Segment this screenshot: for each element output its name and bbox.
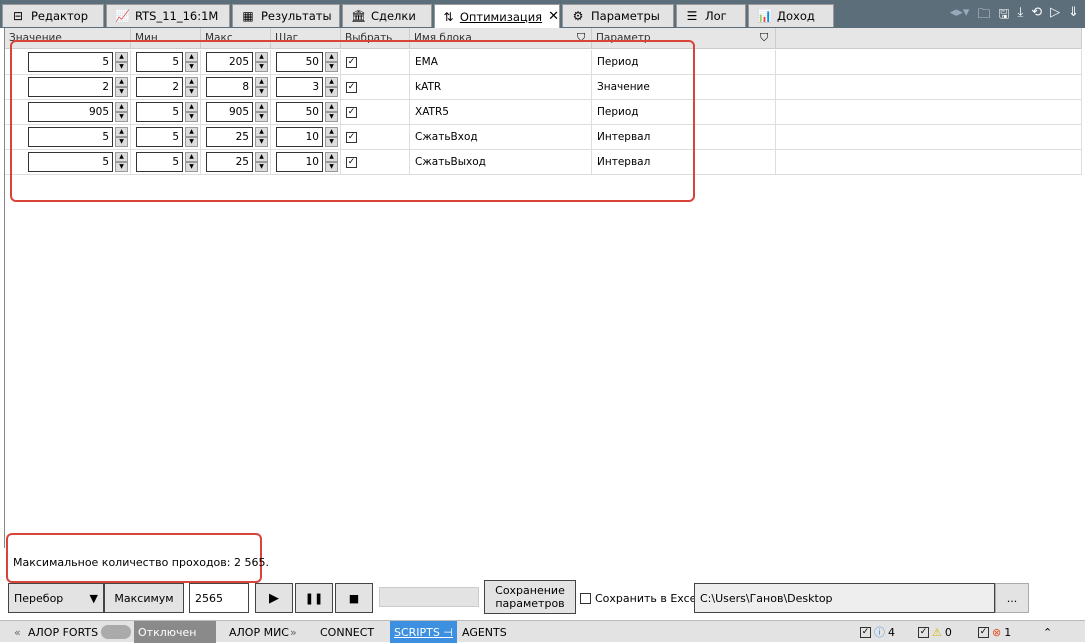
table-cell-empty bbox=[776, 75, 1082, 100]
error-filter[interactable]: ✓ ⊗ 1 bbox=[978, 621, 1011, 643]
chart-icon: 📈 bbox=[115, 9, 130, 23]
pause-icon: ❚❚ bbox=[304, 591, 324, 605]
tab-results[interactable]: ▦ Результаты bbox=[232, 4, 340, 27]
max-passes-message: Максимальное количество проходов: 2 565. bbox=[13, 556, 269, 569]
list-icon: ☰ bbox=[686, 9, 698, 23]
play-button[interactable]: ▶ bbox=[255, 583, 293, 613]
passes-input[interactable]: 2565 bbox=[189, 583, 249, 613]
save-params-button[interactable]: Сохранение параметров bbox=[484, 580, 576, 614]
mode-select[interactable]: Перебор ▼ bbox=[8, 583, 104, 613]
connection-state: Отключен bbox=[134, 621, 216, 643]
tab-income[interactable]: 📊 Доход bbox=[748, 4, 834, 27]
nav-arrows-icon[interactable]: ◂▸▾ bbox=[950, 5, 970, 27]
progress-bar bbox=[379, 587, 479, 607]
tab-scripts[interactable]: SCRIPTS ⊣ bbox=[390, 621, 457, 643]
warning-icon: ⚠ bbox=[932, 625, 942, 639]
refresh-icon[interactable]: ⟲ bbox=[1031, 5, 1042, 27]
pin-icon: ⊣ bbox=[443, 625, 453, 639]
browse-button[interactable]: ... bbox=[995, 583, 1029, 613]
open-folder-icon[interactable]: 🗀 bbox=[977, 5, 990, 27]
stop-icon: ■ bbox=[348, 591, 360, 605]
status-bar: « АЛОР FORTS Отключен АЛОР МИС » CONNECT… bbox=[0, 620, 1085, 643]
info-filter[interactable]: ✓ ⓘ 4 bbox=[860, 621, 895, 643]
results-icon: ▦ bbox=[242, 9, 254, 23]
download-icon[interactable]: ⤓ bbox=[1017, 5, 1023, 27]
tab-connect[interactable]: CONNECT bbox=[320, 621, 374, 643]
tab-agents[interactable]: AGENTS bbox=[462, 621, 507, 643]
play-icon: ▶ bbox=[269, 590, 279, 606]
connection-toggle[interactable] bbox=[101, 621, 131, 643]
step-icon[interactable]: ⇓ bbox=[1068, 5, 1079, 27]
save-icon[interactable]: 🖫 bbox=[998, 5, 1009, 27]
table-cell-empty bbox=[776, 125, 1082, 150]
table-cell-empty bbox=[776, 100, 1082, 125]
tab-optimization[interactable]: ⇅ Оптимизация ✕ bbox=[434, 4, 560, 28]
save-excel-checkbox[interactable]: Сохранить в Excel bbox=[580, 592, 700, 605]
error-icon: ⊗ bbox=[992, 625, 1002, 639]
table-cell-empty bbox=[776, 50, 1082, 75]
table-cell-empty bbox=[776, 150, 1082, 175]
warning-filter[interactable]: ✓ ⚠ 0 bbox=[918, 621, 952, 643]
chevron-down-icon: ▼ bbox=[89, 591, 98, 605]
tab-editor[interactable]: ⊟ Редактор bbox=[2, 4, 104, 27]
connection-alor-forts[interactable]: АЛОР FORTS bbox=[28, 621, 98, 643]
tab-parameters[interactable]: ⚙ Параметры bbox=[562, 4, 674, 27]
sliders-icon: ⇅ bbox=[443, 9, 454, 24]
highlight-table bbox=[10, 40, 695, 202]
tab-deals[interactable]: 🏛 Сделки bbox=[342, 4, 432, 27]
income-chart-icon: 📊 bbox=[757, 9, 772, 23]
col-empty bbox=[776, 28, 1082, 49]
expand-up-icon[interactable]: ⌃ bbox=[1043, 621, 1052, 643]
tab-log[interactable]: ☰ Лог bbox=[676, 4, 746, 27]
tab-bar: ⊟ Редактор 📈 RTS_11_16:1M ▦ Результаты 🏛 Сде… bbox=[0, 0, 1085, 28]
connection-alor-mis[interactable]: АЛОР МИС bbox=[229, 621, 289, 643]
close-tab-icon[interactable]: ✕ bbox=[548, 9, 559, 24]
path-field[interactable]: C:\Users\Ганов\Desktop bbox=[694, 583, 995, 613]
play-icon[interactable]: ▷ bbox=[1050, 5, 1060, 27]
filter-icon[interactable]: ⛉ bbox=[760, 31, 768, 45]
editor-icon: ⊟ bbox=[12, 9, 24, 23]
stop-button[interactable]: ■ bbox=[335, 583, 373, 613]
info-icon: ⓘ bbox=[874, 626, 885, 639]
scroll-left-icon[interactable]: « bbox=[14, 621, 21, 643]
tab-chart[interactable]: 📈 RTS_11_16:1M bbox=[106, 4, 230, 27]
scroll-right-icon[interactable]: » bbox=[290, 621, 297, 643]
bank-icon: 🏛 bbox=[351, 9, 367, 23]
toolbar: ◂▸▾ 🗀 🖫 ⤓ ⟲ ▷ ⇓ bbox=[950, 5, 1079, 27]
gear-icon: ⚙ bbox=[572, 9, 584, 23]
pause-button[interactable]: ❚❚ bbox=[295, 583, 333, 613]
max-button[interactable]: Максимум bbox=[104, 583, 184, 613]
